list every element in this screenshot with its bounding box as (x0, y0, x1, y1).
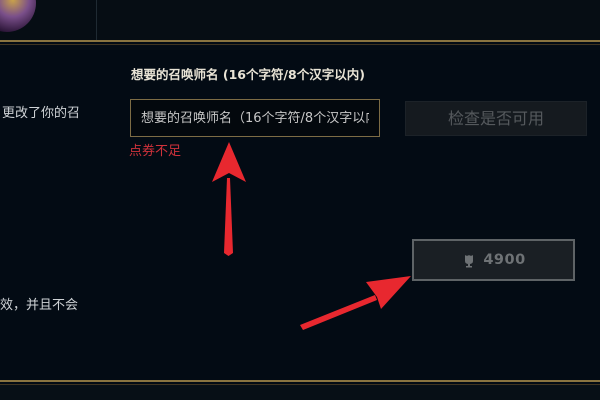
name-change-screen: 更改了你的召 效，并且不会 想要的召唤师名 (16个字符/8个汉字以内) 点券不… (0, 0, 600, 400)
price-value: 4900 (483, 252, 526, 268)
description-text-line-2: 效，并且不会 (0, 298, 79, 313)
annotation-arrow-up-icon (212, 142, 246, 256)
top-bar (0, 0, 600, 40)
check-availability-button[interactable]: 检查是否可用 (405, 101, 587, 136)
description-text-line-1: 更改了你的召 (2, 106, 81, 121)
summoner-name-input[interactable] (130, 99, 380, 137)
bottom-strip (0, 385, 600, 400)
annotation-arrows (212, 142, 411, 330)
insufficient-rp-error: 点券不足 (129, 144, 182, 159)
bottom-gold-border (0, 380, 600, 382)
purchase-button[interactable]: 4900 (412, 239, 575, 281)
top-gold-border (0, 40, 600, 42)
top-gold-border-inner (0, 44, 600, 45)
riot-points-icon (465, 255, 474, 268)
summoner-name-label: 想要的召唤师名 (16个字符/8个汉字以内) (131, 67, 365, 82)
annotation-arrow-right-icon (300, 276, 411, 330)
profile-avatar[interactable] (0, 0, 36, 32)
top-divider (96, 0, 97, 40)
